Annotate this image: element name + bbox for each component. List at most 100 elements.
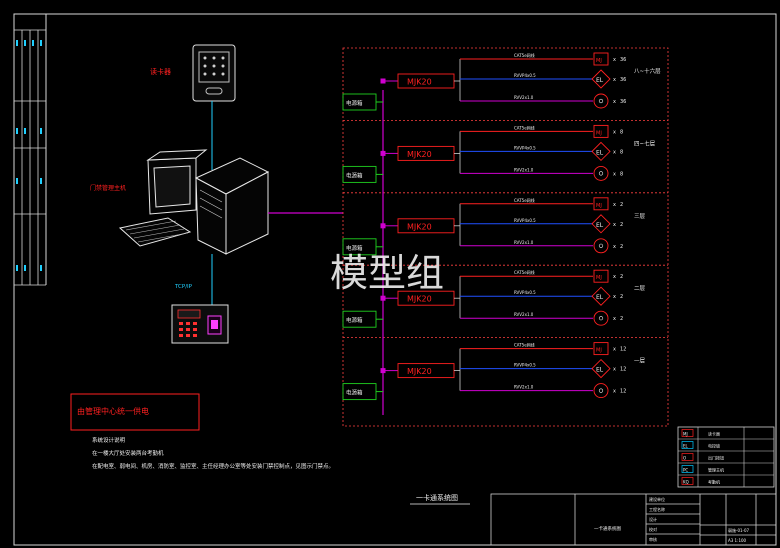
title-block-row-label: 审核 (649, 536, 657, 542)
floor-label: 四~七层 (634, 139, 656, 147)
floor-section: 电源箱MJK20CAT5e网线MJ x 8RVVP4x0.5EL x 8RVV2x1.0… (342, 124, 656, 183)
cable-label: RVVP4x0.5 (514, 290, 536, 295)
electric-lock-symbol-text: EL (596, 77, 604, 84)
legend-name: 考勤机 (708, 479, 720, 485)
count-x: x (613, 367, 616, 373)
cable-label: RVV2x1.0 (514, 240, 534, 245)
exit-button-dot-icon (598, 243, 604, 248)
title-block-row-label: 工程名称 (649, 506, 665, 512)
attendance-machine-icon (171, 304, 229, 344)
count-x: x (613, 57, 616, 63)
title-block-row-label: 校对 (649, 526, 657, 532)
title-block-scale: A3 1:100 (728, 538, 747, 543)
card-reader-symbol-text: MJ (596, 348, 602, 354)
card-reader-symbol-text: MJ (596, 203, 602, 209)
title-block-row-label: 设计 (649, 516, 657, 522)
exit-button-dot-icon (598, 316, 604, 321)
power-note: 由管理中心统一供电 (77, 406, 149, 416)
exit-button-symbol-icon (593, 310, 609, 326)
bus-junction (380, 223, 386, 229)
device-count: 12 (620, 367, 626, 373)
count-x: x (613, 294, 616, 300)
cable-label: RVVP4x0.5 (514, 218, 536, 223)
card-reader-label: 读卡器 (150, 67, 171, 76)
floor-section: 电源箱MJK20CAT5e网线MJ x 2RVVP4x0.5EL x 2RVV2x1.0… (342, 197, 646, 256)
cable-label: CAT5e网线 (514, 342, 535, 348)
device-count: 36 (620, 77, 626, 83)
cable-label: RVVP4x0.5 (514, 363, 536, 368)
cable-label: CAT5e网线 (514, 269, 535, 275)
device-count: 2 (620, 244, 623, 250)
count-x: x (613, 347, 616, 353)
left-strip (14, 29, 46, 286)
controller-label: MJK20 (407, 78, 432, 87)
title-block-rows: 建设单位工程名称设计校对审核 (649, 496, 665, 542)
cable-label: CAT5e网线 (514, 124, 535, 130)
device-count: 2 (620, 294, 623, 300)
exit-button-dot-icon (598, 98, 604, 104)
cad-drawing: 读卡器 门禁管理主机 TCP/IP 由管理中心统一供电 系统设计说明 在一楼大厅… (13, 13, 777, 546)
pc-label: 门禁管理主机 (90, 184, 126, 192)
pc-workstation-icon (118, 149, 270, 255)
electric-lock-symbol-text: EL (596, 149, 604, 156)
controller-label: MJK20 (407, 150, 432, 159)
count-x: x (613, 99, 616, 105)
cable-label: RVV2x1.0 (514, 385, 534, 390)
device-count: 36 (620, 57, 626, 63)
electric-lock-symbol-text: EL (596, 367, 604, 374)
card-reader-symbol-text: MJ (596, 275, 602, 281)
device-count: 8 (620, 149, 623, 155)
controller-label: MJK20 (407, 367, 432, 376)
legend-table: MJ 读卡器 EL 电控锁 O 出门按钮 PC 管理主机 KQ 考勤机 (677, 426, 775, 488)
device-count: 36 (620, 99, 626, 105)
design-notes-title: 系统设计说明 (92, 436, 126, 444)
electric-lock-symbol-text: EL (596, 222, 604, 229)
exit-button-dot-icon (598, 388, 604, 393)
device-count: 12 (620, 347, 626, 353)
bus-junction (380, 368, 386, 374)
count-x: x (613, 222, 616, 228)
legend-name: 出门按钮 (708, 455, 724, 461)
count-x: x (613, 77, 616, 83)
controller-label: MJK20 (407, 222, 432, 231)
device-count: 2 (620, 274, 623, 280)
cable-label: CAT5e网线 (514, 52, 535, 58)
device-count: 8 (620, 171, 623, 177)
exit-button-symbol-icon (593, 383, 609, 399)
count-x: x (613, 274, 616, 280)
exit-button-symbol-icon (593, 165, 609, 181)
electric-lock-symbol-text: EL (596, 294, 604, 301)
floors-layer: 电源箱 MJK20 CAT5e网线 MJ x 36 RVVP4x0.5 EL x 36 RVV2x1… (342, 52, 661, 401)
card-reader-device (192, 44, 236, 102)
count-x: x (613, 171, 616, 177)
power-box-label: 电源箱 (346, 171, 363, 179)
legend-symbol-text: EL (683, 444, 689, 449)
device-count: 8 (620, 129, 623, 135)
watermark: 模型组 (330, 251, 444, 295)
tcpip-label: TCP/IP (174, 284, 193, 290)
exit-button-symbol-icon (593, 238, 609, 254)
count-x: x (613, 244, 616, 250)
count-x: x (613, 389, 616, 395)
floor-label: 一层 (634, 358, 646, 365)
legend-symbol-text: O (683, 456, 686, 461)
floor-section: 电源箱 MJK20 CAT5e网线 MJ x 36 RVVP4x0.5 EL x 36 RVV2x1… (342, 52, 661, 111)
title-block-row-label: 建设单位 (649, 496, 665, 502)
design-note-line: 在一楼大厅处安装两台考勤机 (92, 449, 164, 457)
cable-label: RVV2x1.0 (514, 95, 534, 100)
count-x: x (613, 202, 616, 208)
legend-symbol-text: KQ (683, 480, 689, 485)
device-count: 2 (620, 222, 623, 228)
count-x: x (613, 149, 616, 155)
exit-button-dot-icon (598, 171, 604, 176)
legend-rows: MJ 读卡器 EL 电控锁 O 出门按钮 PC 管理主机 KQ 考勤机 (678, 427, 774, 487)
device-count: 12 (620, 389, 626, 395)
legend-symbol-text: PC (683, 468, 688, 473)
controller-label: MJK20 (407, 295, 432, 304)
card-reader-symbol-text: MJ (596, 130, 602, 136)
legend-name: 管理主机 (708, 467, 724, 473)
design-note-line: 在配电室、弱电间、机房、消防室、监控室、主任经理办公室等处安装门禁控制点，见图示… (92, 462, 334, 470)
cable-label: RVV2x1.0 (514, 167, 534, 172)
bus-junction (380, 295, 386, 301)
bus-junction (380, 78, 386, 84)
